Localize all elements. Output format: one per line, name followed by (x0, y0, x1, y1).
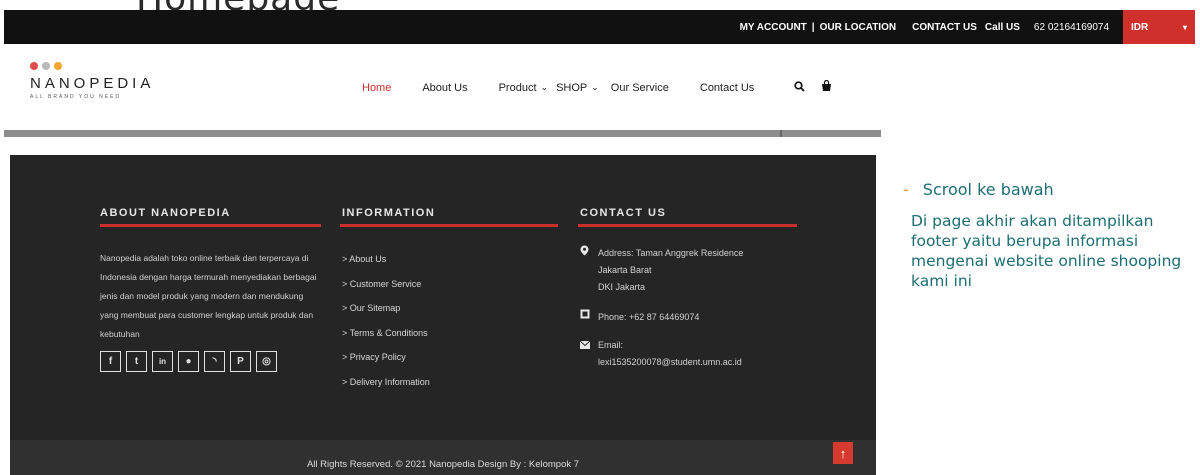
pinterest-icon[interactable]: P (230, 351, 251, 372)
info-link-label: Customer Service (349, 278, 422, 289)
phone-number[interactable]: 62 02164169074 (1034, 22, 1109, 33)
info-link-about-us[interactable]: > About Us (342, 247, 430, 272)
chevron-down-icon[interactable]: ⌄ (541, 82, 549, 93)
info-link-sitemap[interactable]: > Our Sitemap (342, 296, 430, 321)
top-bar: MY ACCOUNT | OUR LOCATION CONTACT US Cal… (4, 10, 1195, 44)
top-separator: | (811, 21, 815, 33)
info-link-customer-service[interactable]: > Customer Service (342, 272, 430, 297)
dribbble-icon[interactable]: ● (178, 351, 199, 372)
info-link-privacy[interactable]: > Privacy Policy (342, 345, 430, 370)
twitter-icon[interactable]: t (126, 351, 147, 372)
contact-heading-rule (578, 224, 797, 227)
information-heading: INFORMATION (342, 207, 436, 219)
side-paragraph: Di page akhir akan ditampilkan footer ya… (911, 212, 1182, 290)
side-bullet-text: Scrool ke bawah (922, 180, 1054, 199)
contact-heading: CONTACT US (580, 207, 667, 219)
info-link-label: Privacy Policy (349, 352, 406, 362)
info-link-label: About Us (349, 254, 387, 264)
hero-edge-notch (780, 130, 782, 137)
information-links: > About Us > Customer Service > Our Site… (342, 247, 430, 394)
logo-dot-orange (54, 62, 62, 70)
site-footer: ABOUT NANOPEDIA Nanopedia adalah toko on… (10, 155, 876, 475)
our-location-link[interactable]: OUR LOCATION (820, 22, 896, 33)
currency-select[interactable]: IDR ▾ (1123, 10, 1195, 44)
address-line: Jakarta Barat (598, 265, 652, 275)
about-text: Nanopedia adalah toko online terbaik dan… (100, 253, 317, 339)
nav-our-service[interactable]: Our Service (611, 82, 669, 94)
nav-contact-us[interactable]: Contact Us (700, 82, 754, 94)
copyright-text: All Rights Reserved. © 2021 Nanopedia De… (306, 459, 580, 470)
address-line: DKI Jakarta (598, 282, 646, 292)
logo-dot-gray (42, 62, 50, 70)
info-link-label: Delivery Information (349, 376, 430, 387)
brand-tagline: ALL BRAND YOU NEED (30, 94, 122, 100)
info-link-delivery[interactable]: > Delivery Information (342, 370, 430, 395)
phone-text: Phone: +62 87 64469074 (598, 312, 700, 322)
phone-icon (580, 309, 590, 322)
logo-dot-red (30, 62, 38, 70)
nav-shop[interactable]: SHOP (556, 82, 587, 94)
cart-icon[interactable] (821, 79, 832, 95)
about-heading: ABOUT NANOPEDIA (100, 207, 231, 219)
email-label: Email: (598, 340, 624, 350)
info-link-label: Our Sitemap (349, 303, 401, 313)
chevron-down-icon[interactable]: ⌄ (591, 82, 599, 93)
instagram-icon[interactable]: ◎ (256, 351, 277, 372)
brand-name: NANOPEDIA (30, 75, 155, 92)
main-navbar: NANOPEDIA ALL BRAND YOU NEED Home About … (4, 44, 1195, 130)
side-note: - Scrool ke bawah Di page akhir akan dit… (903, 180, 1198, 291)
address-lines: Address: Taman Anggrek Residence Jakarta… (598, 245, 743, 296)
rss-icon[interactable]: ◝ (204, 351, 225, 372)
linkedin-icon[interactable]: in (152, 351, 173, 372)
about-heading-rule (100, 224, 321, 227)
social-links: f t in ● ◝ P ◎ (100, 351, 277, 372)
nav-home[interactable]: Home (362, 82, 391, 94)
facebook-icon[interactable]: f (100, 351, 121, 372)
chevron-down-icon: ▾ (1182, 22, 1187, 32)
hero-edge-bar (4, 130, 881, 137)
nav-product[interactable]: Product (499, 82, 537, 94)
nav-about-us[interactable]: About Us (422, 82, 467, 94)
info-link-terms[interactable]: > Terms & Conditions (342, 321, 430, 346)
scroll-to-top-button[interactable]: ↑ (833, 442, 853, 464)
logo-dots (30, 62, 154, 70)
email-icon (579, 340, 591, 352)
call-us-label: Call US (984, 21, 1020, 33)
contact-us-top-link[interactable]: CONTACT US (912, 22, 977, 33)
bullet-marker: - (903, 180, 909, 199)
my-account-link[interactable]: MY ACCOUNT (740, 22, 807, 33)
nav-menu: Home About Us Product ⌄ SHOP ⌄ Our Servi… (362, 79, 832, 95)
search-icon[interactable] (794, 80, 805, 95)
email-address[interactable]: lexi1535200078@student.umn.ac.id (598, 354, 742, 371)
currency-value: IDR (1131, 21, 1149, 33)
information-heading-rule (340, 224, 558, 227)
email-text: Email: lexi1535200078@student.umn.ac.id (598, 337, 742, 371)
top-links: MY ACCOUNT | OUR LOCATION CONTACT US Cal… (740, 10, 1195, 44)
location-pin-icon (580, 245, 589, 259)
address-line: Address: Taman Anggrek Residence (598, 248, 744, 258)
slide: Homepage MY ACCOUNT | OUR LOCATION CONTA… (0, 0, 1200, 475)
brand-logo[interactable]: NANOPEDIA ALL BRAND YOU NEED (30, 62, 154, 100)
side-bullet: - Scrool ke bawah (903, 180, 1198, 199)
info-link-label: Terms & Conditions (349, 327, 428, 338)
